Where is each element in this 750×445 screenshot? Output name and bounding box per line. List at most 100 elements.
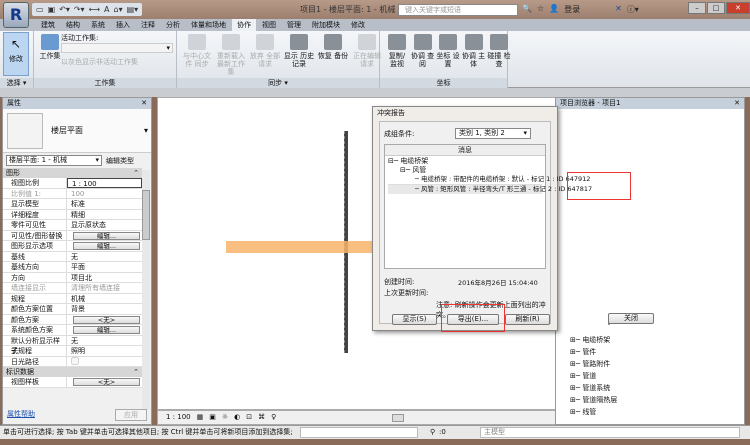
property-edit-button[interactable]: 编辑...	[73, 326, 140, 334]
app-logo-button[interactable]: R	[3, 2, 29, 28]
sync-button-0[interactable]: 与中心文件 同步	[181, 34, 213, 68]
tab-3[interactable]: 插入	[111, 19, 135, 31]
property-section[interactable]: 标识数据 ⌃	[3, 367, 142, 377]
text-icon[interactable]: A	[104, 5, 109, 14]
message-column-header[interactable]: 消息	[385, 145, 545, 156]
filter-icon[interactable]: ⚲	[430, 426, 435, 439]
property-value[interactable]: 无	[71, 337, 78, 345]
browser-item[interactable]: ⊞─ 管道系统	[570, 384, 617, 393]
property-value[interactable]: 背景	[71, 305, 85, 313]
shadows-icon[interactable]: ◐	[234, 411, 240, 424]
visual-style-icon[interactable]: ▣	[209, 411, 216, 424]
clash-tree[interactable]: 消息 ⊟─ 电缆桥架 ⊟─ 风管 ─ 电缆桥架 : 带配件的电缆桥架 : 默认 …	[384, 144, 592, 269]
quick-access-toolbar[interactable]: ▭ ▣ ↶▾ ↷▾ ⟷ A ⌂▾ ▤▾	[32, 3, 143, 16]
design-option-select[interactable]: 主模型	[480, 427, 740, 438]
redo-icon[interactable]: ↷▾	[74, 5, 85, 14]
coord-button-3[interactable]: 协调 主体	[462, 34, 486, 68]
tab-5[interactable]: 分析	[161, 19, 185, 31]
tab-11[interactable]: 修改	[346, 19, 370, 31]
property-section[interactable]: 图形 ⌃	[3, 168, 142, 178]
sync-button-4[interactable]: 恢复 备份	[317, 34, 349, 60]
sun-path-icon[interactable]: ☼	[222, 411, 228, 424]
sync-panel-label[interactable]: 同步 ▾	[177, 78, 379, 88]
exchange-icon[interactable]: ✕	[615, 4, 622, 15]
close-icon[interactable]: ✕	[734, 98, 740, 109]
tab-10[interactable]: 附加模块	[307, 19, 345, 31]
property-value[interactable]: 清理所有墙连接	[71, 284, 120, 292]
worksets-button[interactable]: 工作集	[36, 34, 64, 60]
undo-icon[interactable]: ↶▾	[59, 5, 70, 14]
coord-button-4[interactable]: 碰撞 检查	[487, 34, 511, 68]
tab-0[interactable]: 建筑	[36, 19, 60, 31]
login-button[interactable]: 登录	[564, 4, 580, 15]
dialog-close-button[interactable]: 关闭	[608, 313, 654, 324]
select-panel-label[interactable]: 选择 ▾	[0, 78, 33, 88]
tab-4[interactable]: 注释	[136, 19, 160, 31]
sync-button-1[interactable]: 重新载入 最新工作集	[215, 34, 247, 76]
browser-item[interactable]: ⊞─ 电缆桥架	[570, 336, 617, 345]
cable-tray[interactable]	[226, 241, 386, 253]
property-edit-button[interactable]: <无>	[73, 378, 140, 386]
star-icon[interactable]: ☆	[537, 4, 544, 15]
measure-icon[interactable]: ⟷	[89, 5, 100, 14]
apply-button[interactable]: 应用	[115, 409, 147, 421]
properties-help-link[interactable]: 属性帮助	[7, 409, 35, 421]
coord-button-1[interactable]: 协调 查阅	[411, 34, 435, 68]
property-value[interactable]: 标准	[71, 200, 85, 208]
active-workset-select[interactable]: ▾	[61, 43, 173, 53]
clash-item[interactable]: ─ 电缆桥架 : 带配件的电缆桥架 : 默认 - 标记 1 : ID 64791…	[388, 175, 590, 185]
help-icon[interactable]: ⓘ▾	[627, 4, 639, 15]
tab-2[interactable]: 系统	[86, 19, 110, 31]
sun-path-checkbox[interactable]	[71, 356, 79, 365]
user-icon[interactable]: 👤	[549, 4, 559, 15]
horizontal-scrollbar[interactable]	[282, 411, 556, 424]
minimize-button[interactable]: –	[688, 2, 706, 14]
tab-6[interactable]: 体量和场地	[186, 19, 231, 31]
3d-view-icon[interactable]: ⌂▾	[114, 5, 123, 14]
type-selector[interactable]: 楼层平面 ▾	[3, 109, 151, 153]
browser-item[interactable]: ⊞─ 管路附件	[570, 360, 617, 369]
show-button[interactable]: 显示(S)	[392, 314, 437, 325]
sync-button-2[interactable]: 放弃 全部请求	[249, 34, 281, 68]
detail-level-icon[interactable]: ▦	[197, 411, 204, 424]
close-window-button[interactable]: ✕	[726, 2, 750, 14]
workset-status-select[interactable]	[300, 427, 418, 438]
tab-1[interactable]: 结构	[61, 19, 85, 31]
view-instance-select[interactable]: 楼层平面: 1 - 机械 ▾	[6, 155, 102, 166]
browser-item[interactable]: ⊞─ 管道隔热层	[570, 396, 617, 405]
property-value[interactable]: 无	[71, 253, 78, 261]
property-value[interactable]: 机械	[71, 295, 85, 303]
refresh-button[interactable]: 刷新(R)	[505, 314, 550, 325]
property-value[interactable]: 项目北	[71, 274, 92, 282]
clash-item[interactable]: ─ 风管 : 矩形风管 : 半径弯头/T 形三通 - 标记 2 : ID 647…	[388, 185, 592, 194]
property-edit-button[interactable]: <无>	[73, 315, 140, 324]
tree-node-cable-tray[interactable]: ⊟─ 电缆桥架	[388, 157, 542, 166]
sync-button-5[interactable]: 正在编辑 请求	[351, 34, 383, 68]
coord-button-0[interactable]: 复制/ 监视	[385, 34, 409, 68]
help-search-input[interactable]: 键入关键字或短语	[398, 4, 518, 16]
property-value[interactable]: 1 : 100	[72, 180, 97, 188]
tree-node-duct[interactable]: ⊟─ 风管	[388, 166, 542, 175]
gray-inactive-worksets-button[interactable]: 以灰色显示非活动工作集	[61, 57, 138, 67]
switch-windows-icon[interactable]: ▤▾	[127, 5, 139, 14]
reveal-icon[interactable]: ♀	[271, 411, 276, 424]
browser-item[interactable]: ⊞─ 管件	[570, 348, 617, 357]
group-by-select[interactable]: 类别 1, 类别 2 ▾	[455, 128, 531, 139]
edit-type-button[interactable]: 编辑类型	[106, 156, 134, 166]
browser-item[interactable]: ⊞─ 线管	[570, 408, 617, 417]
view-scale[interactable]: 1 : 100	[166, 411, 191, 424]
maximize-button[interactable]: □	[707, 2, 725, 14]
tab-9[interactable]: 管理	[282, 19, 306, 31]
browser-item[interactable]: ⊞─ 管道	[570, 372, 617, 381]
close-icon[interactable]: ✕	[141, 98, 147, 109]
property-edit-button[interactable]: 编辑...	[73, 231, 140, 240]
properties-scrollbar[interactable]	[142, 170, 150, 410]
binoculars-icon[interactable]: 🔍	[522, 4, 532, 15]
property-value[interactable]: 100	[71, 190, 84, 198]
save-icon[interactable]: ▣	[48, 5, 56, 14]
property-value[interactable]: 平面	[71, 263, 85, 271]
coord-button-2[interactable]: 坐标 设置	[436, 34, 460, 68]
property-edit-button[interactable]: 编辑...	[73, 242, 140, 250]
sync-button-3[interactable]: 显示 历史记录	[283, 34, 315, 68]
tab-7[interactable]: 协作	[232, 19, 256, 31]
